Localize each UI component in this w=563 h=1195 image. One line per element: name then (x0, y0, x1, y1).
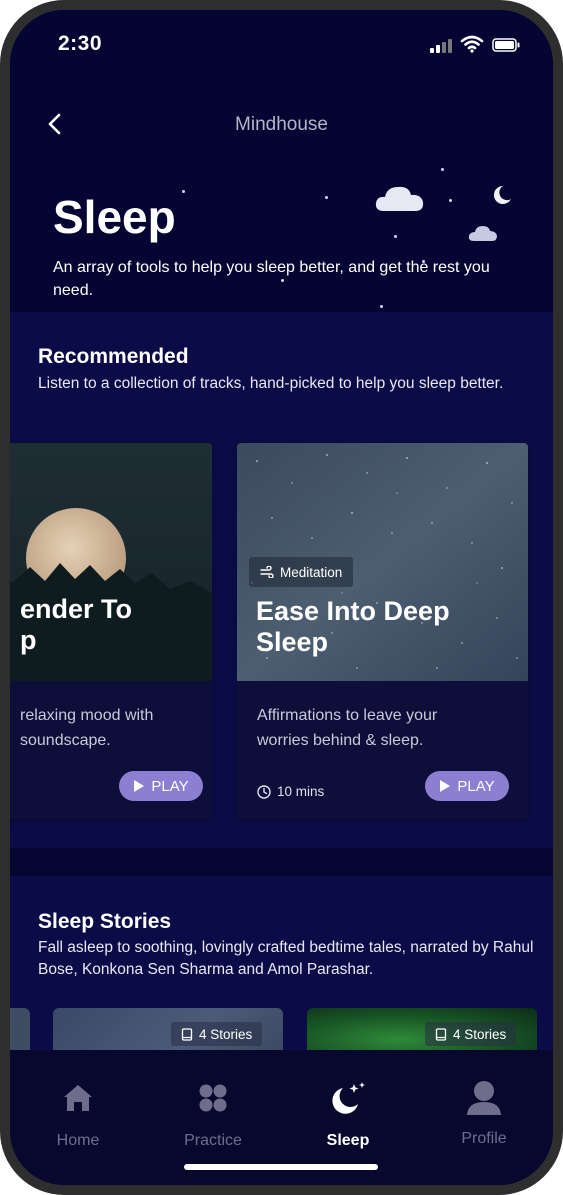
tab-sleep-label: Sleep (326, 1132, 370, 1149)
play-label: PLAY (457, 777, 495, 795)
card-title-line1: ender To (20, 594, 133, 624)
cloud-icon (375, 186, 424, 211)
star-dot (182, 190, 185, 193)
star-dot (380, 305, 383, 308)
tab-sleep[interactable]: Sleep (288, 1082, 408, 1149)
page-subtitle: An array of tools to help you sleep bett… (53, 259, 490, 299)
recommended-title: Recommended (38, 345, 189, 368)
star-dot (441, 168, 444, 171)
card-desc-line2: worries behind & sleep. (257, 732, 424, 749)
story-count-badge: 4 Stories (425, 1022, 517, 1046)
star-dot (394, 235, 397, 238)
sleep-header: 2:30 Mindhouse Sleep An array of tools t… (10, 10, 553, 312)
book-icon (435, 1027, 447, 1041)
category-label: Meditation (280, 564, 343, 580)
practice-icon (199, 1084, 227, 1112)
phone-frame: 2:30 Mindhouse Sleep An array of tools t… (0, 0, 563, 1195)
recommended-subtitle: Listen to a collection of tracks, hand-p… (38, 375, 504, 392)
sleep-stories-subtitle: Fall asleep to soothing, lovingly crafte… (38, 939, 534, 978)
story-count-badge: 4 Stories (171, 1022, 263, 1046)
app-screen: 2:30 Mindhouse Sleep An array of tools t… (10, 10, 553, 1185)
tab-practice-label: Practice (184, 1132, 242, 1149)
tab-profile[interactable]: Profile (424, 1078, 544, 1147)
signal-icon (430, 37, 454, 53)
card-title-line1: Ease Into Deep (256, 596, 450, 626)
section-divider (10, 848, 553, 876)
play-icon (440, 780, 451, 792)
track-card-ease-into-deep-sleep[interactable]: Meditation Ease Into Deep Sleep Affirmat… (237, 443, 528, 819)
wind-icon (260, 566, 274, 578)
recommended-section: Recommended Listen to a collection of tr… (10, 312, 553, 848)
wifi-icon (460, 35, 484, 53)
status-time: 2:30 (58, 32, 103, 55)
story-count-label: 4 Stories (199, 1026, 253, 1042)
card-desc-line1: Affirmations to leave your (257, 707, 438, 724)
battery-icon (492, 38, 520, 52)
sleep-stories-title: Sleep Stories (38, 910, 172, 933)
track-card-surrender[interactable]: ender To p relaxing mood with soundscape… (10, 443, 212, 819)
tab-profile-label: Profile (461, 1130, 507, 1147)
profile-icon (467, 1081, 501, 1115)
story-count-label: 4 Stories (453, 1026, 507, 1042)
card-desc-line2: soundscape. (20, 732, 111, 749)
home-icon (64, 1085, 92, 1111)
card-title-line2: p (20, 625, 37, 655)
tab-practice[interactable]: Practice (153, 1082, 273, 1149)
duration: 10 mins (257, 784, 324, 799)
tab-home[interactable]: Home (18, 1082, 138, 1149)
play-button[interactable]: PLAY (425, 771, 509, 801)
crescent-moon-icon (494, 185, 511, 204)
duration-label: 10 mins (277, 784, 325, 799)
book-icon (181, 1027, 193, 1041)
card-title-line2: Sleep (256, 627, 329, 657)
card-desc-line1: relaxing mood with (20, 707, 154, 724)
moon-stars-icon (332, 1082, 365, 1114)
app-title: Mindhouse (235, 114, 328, 135)
play-icon (134, 780, 145, 792)
category-chip: Meditation (249, 557, 354, 587)
clock-icon (257, 784, 271, 799)
star-dot (325, 196, 328, 199)
tab-home-label: Home (56, 1132, 100, 1149)
page-title: Sleep (53, 191, 176, 243)
cloud-small-icon (468, 226, 497, 241)
play-label: PLAY (151, 777, 189, 795)
home-indicator (184, 1164, 378, 1170)
play-button[interactable]: PLAY (119, 771, 203, 801)
star-dot (449, 199, 452, 202)
